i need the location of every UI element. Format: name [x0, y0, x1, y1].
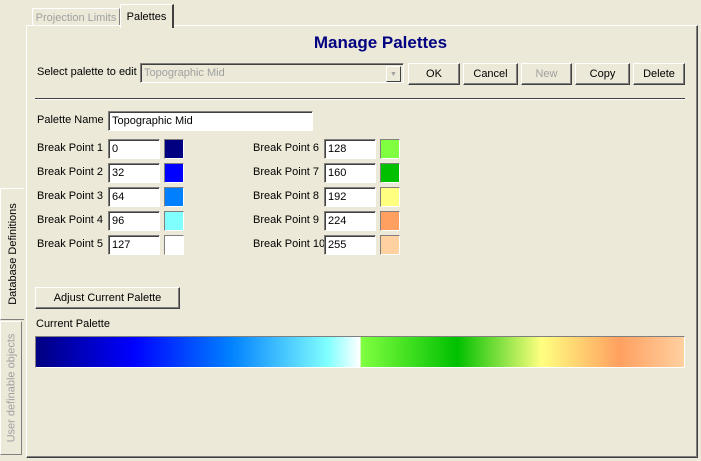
- break-point-5-label: Break Point 5: [37, 238, 104, 250]
- break-point-9-color[interactable]: [380, 211, 400, 231]
- palette-select[interactable]: Topographic Mid ▼: [140, 63, 404, 83]
- break-point-6-color[interactable]: [380, 139, 400, 159]
- break-point-1-color[interactable]: [164, 139, 184, 159]
- break-point-7-input[interactable]: 160: [324, 163, 376, 183]
- page-title: Manage Palettes: [313, 33, 448, 52]
- break-point-2-input[interactable]: 32: [108, 163, 160, 183]
- break-point-10-label: Break Point 10: [253, 238, 326, 250]
- side-tab-user-definable-objects[interactable]: User definable objects: [0, 321, 22, 455]
- tab-palettes[interactable]: Palettes: [120, 4, 174, 28]
- break-point-4-label: Break Point 4: [37, 214, 104, 226]
- tab-projection-limits-label: Projection Limits: [35, 11, 117, 24]
- break-point-4-input[interactable]: 96: [108, 211, 160, 231]
- side-tab-database-definitions[interactable]: Database Definitions: [0, 188, 24, 320]
- break-point-9-input[interactable]: 224: [324, 211, 376, 231]
- break-point-6-input[interactable]: 128: [324, 139, 376, 159]
- palette-name-label: Palette Name: [37, 114, 104, 126]
- delete-button[interactable]: Delete: [633, 63, 685, 85]
- break-point-8-color[interactable]: [380, 187, 400, 207]
- break-point-2-color[interactable]: [164, 163, 184, 183]
- break-point-7-color[interactable]: [380, 163, 400, 183]
- break-point-9-label: Break Point 9: [253, 214, 320, 226]
- break-point-1-label: Break Point 1: [37, 142, 104, 154]
- select-palette-label: Select palette to edit: [37, 66, 137, 78]
- break-point-7-label: Break Point 7: [253, 166, 320, 178]
- side-tab-strip: Database Definitions User definable obje…: [0, 0, 24, 461]
- break-point-8-input[interactable]: 192: [324, 187, 376, 207]
- divider: [35, 98, 685, 100]
- adjust-current-palette-button[interactable]: Adjust Current Palette: [35, 287, 180, 309]
- break-point-10-color[interactable]: [380, 235, 400, 255]
- tab-projection-limits[interactable]: Projection Limits: [32, 8, 120, 26]
- side-tab-user-definable-objects-label: User definable objects: [5, 333, 17, 443]
- chevron-down-icon[interactable]: ▼: [386, 66, 401, 82]
- ok-button[interactable]: OK: [408, 63, 460, 85]
- break-point-1-input[interactable]: 0: [108, 139, 160, 159]
- break-point-4-color[interactable]: [164, 211, 184, 231]
- copy-button[interactable]: Copy: [575, 63, 630, 85]
- break-point-3-label: Break Point 3: [37, 190, 104, 202]
- palette-select-value: Topographic Mid: [144, 67, 225, 79]
- break-point-8-label: Break Point 8: [253, 190, 320, 202]
- side-tab-database-definitions-label: Database Definitions: [6, 203, 19, 305]
- new-button[interactable]: New: [521, 63, 572, 85]
- break-point-5-color[interactable]: [164, 235, 184, 255]
- break-point-5-input[interactable]: 127: [108, 235, 160, 255]
- current-palette-gradient: [35, 336, 685, 368]
- break-point-3-color[interactable]: [164, 187, 184, 207]
- tab-palettes-label: Palettes: [126, 10, 167, 23]
- break-point-2-label: Break Point 2: [37, 166, 104, 178]
- break-point-10-input[interactable]: 255: [324, 235, 376, 255]
- break-point-3-input[interactable]: 64: [108, 187, 160, 207]
- palette-name-input[interactable]: Topographic Mid: [108, 111, 313, 131]
- cancel-button[interactable]: Cancel: [463, 63, 518, 85]
- break-point-6-label: Break Point 6: [253, 142, 320, 154]
- current-palette-label: Current Palette: [36, 318, 110, 330]
